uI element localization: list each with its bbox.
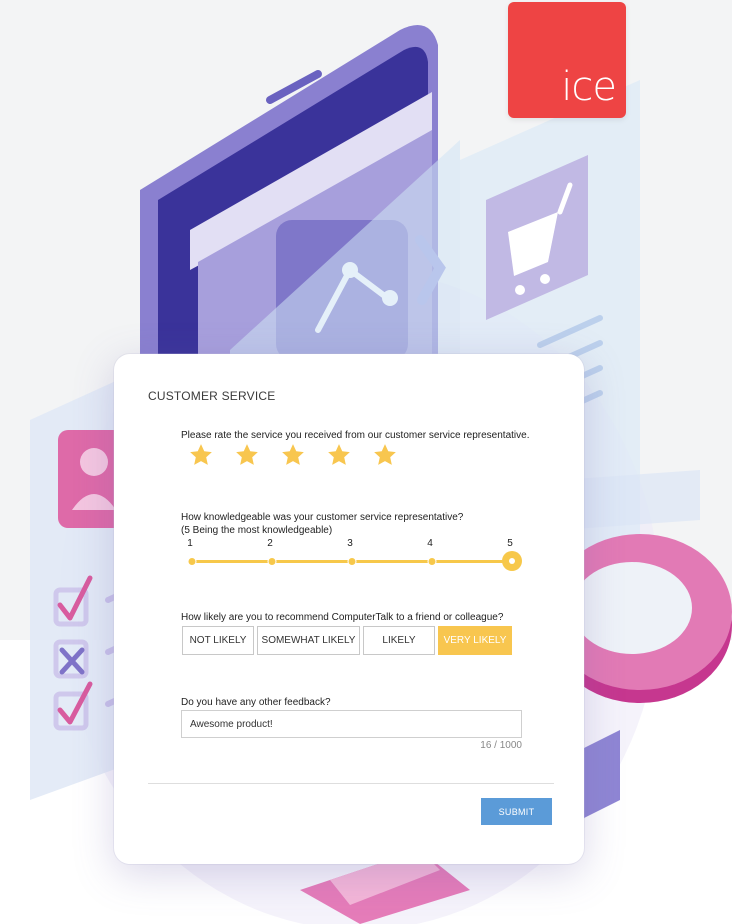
star-rating[interactable] — [188, 442, 398, 468]
recommend-options: NOT LIKELY SOMEWHAT LIKELY LIKELY VERY L… — [182, 626, 512, 655]
star-icon[interactable] — [326, 442, 352, 468]
slider-step[interactable] — [347, 557, 357, 566]
rating-question: Please rate the service you received fro… — [181, 430, 530, 441]
star-icon[interactable] — [234, 442, 260, 468]
scale-label: 1 — [187, 538, 193, 549]
scale-label: 4 — [427, 538, 433, 549]
scale-label: 5 — [507, 538, 513, 549]
slider-step[interactable] — [187, 557, 197, 566]
option-somewhat-likely[interactable]: SOMEWHAT LIKELY — [257, 626, 360, 655]
slider-step[interactable] — [267, 557, 277, 566]
option-very-likely[interactable]: VERY LIKELY — [438, 626, 512, 655]
divider — [148, 783, 554, 784]
scale-label: 2 — [267, 538, 273, 549]
feedback-value: Awesome product! — [190, 718, 273, 730]
star-icon[interactable] — [372, 442, 398, 468]
option-likely[interactable]: LIKELY — [363, 626, 435, 655]
character-counter: 16 / 1000 — [480, 740, 522, 751]
option-not-likely[interactable]: NOT LIKELY — [182, 626, 254, 655]
brand-logo-text: ice — [561, 64, 617, 110]
brand-logo: ice — [508, 2, 626, 118]
survey-card: CUSTOMER SERVICE Please rate the service… — [114, 354, 584, 864]
knowledge-question: How knowledgeable was your customer serv… — [181, 512, 464, 523]
survey-title: CUSTOMER SERVICE — [148, 389, 276, 403]
slider-step[interactable] — [427, 557, 437, 566]
knowledge-hint: (5 Being the most knowledgeable) — [181, 525, 333, 536]
feedback-question: Do you have any other feedback? — [181, 697, 331, 708]
submit-button[interactable]: SUBMIT — [481, 798, 552, 825]
feedback-input[interactable]: Awesome product! — [181, 710, 522, 738]
recommend-question: How likely are you to recommend Computer… — [181, 612, 504, 623]
slider-handle[interactable] — [502, 551, 522, 571]
star-icon[interactable] — [280, 442, 306, 468]
scale-label: 3 — [347, 538, 353, 549]
star-icon[interactable] — [188, 442, 214, 468]
knowledge-slider[interactable] — [187, 550, 522, 574]
